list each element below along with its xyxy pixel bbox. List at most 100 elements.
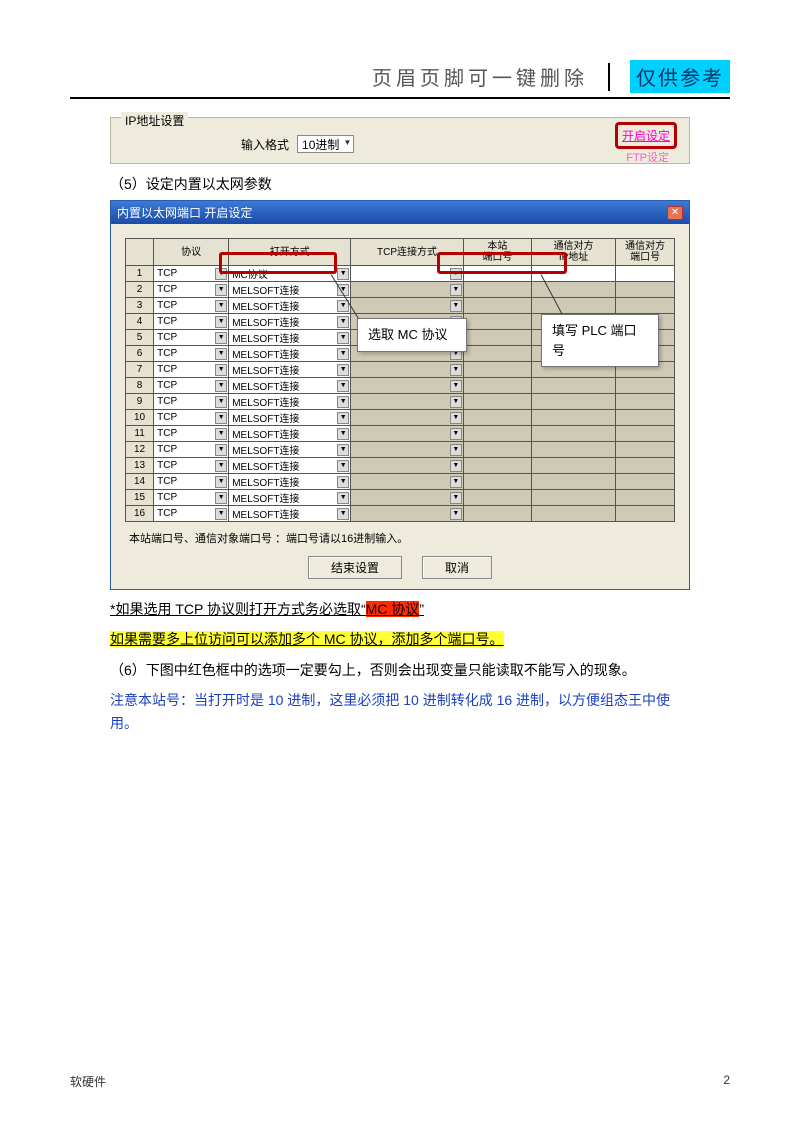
chevron-down-icon[interactable]: ▼ <box>450 380 462 392</box>
hex-note: 本站端口号、通信对象端口号 ：端口号请以16进制输入。 <box>129 530 671 546</box>
protocol-cell[interactable]: TCP▼ <box>154 298 229 314</box>
open-mode-cell[interactable]: MELSOFT连接▼ <box>229 282 351 298</box>
col-peer-ip: 通信对方 IP地址 <box>531 239 615 266</box>
chevron-down-icon[interactable]: ▼ <box>215 476 227 488</box>
open-settings-link[interactable]: 开启设定 <box>622 129 670 143</box>
protocol-cell[interactable]: TCP▼ <box>154 330 229 346</box>
chevron-down-icon[interactable]: ▼ <box>337 364 349 376</box>
chevron-down-icon[interactable]: ▼ <box>337 268 349 280</box>
input-format-select[interactable]: 10进制 <box>297 135 354 153</box>
chevron-down-icon[interactable]: ▼ <box>215 460 227 472</box>
local-port-cell[interactable] <box>463 266 531 282</box>
page-header: 页眉页脚可一键删除 仅供参考 <box>70 60 730 99</box>
protocol-cell[interactable]: TCP▼ <box>154 346 229 362</box>
peer-port-cell <box>616 442 675 458</box>
chevron-down-icon[interactable]: ▼ <box>337 428 349 440</box>
protocol-cell[interactable]: TCP▼ <box>154 458 229 474</box>
row-index: 4 <box>126 314 154 330</box>
close-icon[interactable]: ✕ <box>667 206 683 220</box>
chevron-down-icon[interactable]: ▼ <box>337 508 349 520</box>
chevron-down-icon[interactable]: ▼ <box>337 412 349 424</box>
chevron-down-icon[interactable]: ▼ <box>337 348 349 360</box>
protocol-cell[interactable]: TCP▼ <box>154 378 229 394</box>
chevron-down-icon[interactable]: ▼ <box>450 268 462 280</box>
open-mode-cell[interactable]: MELSOFT连接▼ <box>229 506 351 522</box>
chevron-down-icon[interactable]: ▼ <box>215 444 227 456</box>
protocol-cell[interactable]: TCP▼ <box>154 266 229 282</box>
finish-button[interactable]: 结束设置 <box>308 556 402 579</box>
local-port-cell <box>463 346 531 362</box>
protocol-cell[interactable]: TCP▼ <box>154 474 229 490</box>
cancel-button[interactable]: 取消 <box>422 556 492 579</box>
chevron-down-icon[interactable]: ▼ <box>215 508 227 520</box>
peer-port-cell <box>616 282 675 298</box>
chevron-down-icon[interactable]: ▼ <box>337 316 349 328</box>
chevron-down-icon[interactable]: ▼ <box>215 300 227 312</box>
open-mode-cell[interactable]: MELSOFT连接▼ <box>229 410 351 426</box>
station-hex-note: 注意本站号：当打开时是 10 进制，这里必须把 10 进制转化成 16 进制，以… <box>110 689 690 734</box>
chevron-down-icon[interactable]: ▼ <box>450 284 462 296</box>
open-mode-cell[interactable]: MELSOFT连接▼ <box>229 330 351 346</box>
ftp-settings-link[interactable]: FTP设定 <box>626 149 669 165</box>
table-row: 16TCP▼MELSOFT连接▼▼ <box>126 506 675 522</box>
chevron-down-icon[interactable]: ▼ <box>450 444 462 456</box>
chevron-down-icon[interactable]: ▼ <box>215 428 227 440</box>
chevron-down-icon[interactable]: ▼ <box>337 444 349 456</box>
chevron-down-icon[interactable]: ▼ <box>337 476 349 488</box>
chevron-down-icon[interactable]: ▼ <box>215 380 227 392</box>
row-index: 11 <box>126 426 154 442</box>
protocol-cell[interactable]: TCP▼ <box>154 314 229 330</box>
chevron-down-icon[interactable]: ▼ <box>215 396 227 408</box>
open-mode-cell[interactable]: MELSOFT连接▼ <box>229 442 351 458</box>
chevron-down-icon[interactable]: ▼ <box>215 492 227 504</box>
protocol-cell[interactable]: TCP▼ <box>154 490 229 506</box>
local-port-cell <box>463 426 531 442</box>
tcp-mode-cell: ▼ <box>351 298 464 314</box>
chevron-down-icon[interactable]: ▼ <box>215 348 227 360</box>
chevron-down-icon[interactable]: ▼ <box>450 492 462 504</box>
open-mode-cell[interactable]: MELSOFT连接▼ <box>229 474 351 490</box>
open-mode-cell[interactable]: MELSOFT连接▼ <box>229 426 351 442</box>
chevron-down-icon[interactable]: ▼ <box>450 396 462 408</box>
tcp-mode-cell: ▼ <box>351 378 464 394</box>
open-mode-cell[interactable]: MELSOFT连接▼ <box>229 346 351 362</box>
open-mode-cell[interactable]: MELSOFT连接▼ <box>229 458 351 474</box>
protocol-cell[interactable]: TCP▼ <box>154 410 229 426</box>
chevron-down-icon[interactable]: ▼ <box>337 460 349 472</box>
chevron-down-icon[interactable]: ▼ <box>450 460 462 472</box>
chevron-down-icon[interactable]: ▼ <box>337 380 349 392</box>
chevron-down-icon[interactable]: ▼ <box>450 428 462 440</box>
protocol-cell[interactable]: TCP▼ <box>154 362 229 378</box>
chevron-down-icon[interactable]: ▼ <box>337 332 349 344</box>
chevron-down-icon[interactable]: ▼ <box>215 316 227 328</box>
open-mode-cell[interactable]: MELSOFT连接▼ <box>229 314 351 330</box>
chevron-down-icon[interactable]: ▼ <box>215 332 227 344</box>
chevron-down-icon[interactable]: ▼ <box>215 284 227 296</box>
chevron-down-icon[interactable]: ▼ <box>215 412 227 424</box>
chevron-down-icon[interactable]: ▼ <box>450 300 462 312</box>
peer-ip-cell <box>531 490 615 506</box>
protocol-cell[interactable]: TCP▼ <box>154 282 229 298</box>
peer-ip-cell <box>531 394 615 410</box>
step-6-text: （6）下图中红色框中的选项一定要勾上，否则会出现变量只能读取不能写入的现象。 <box>110 659 690 681</box>
protocol-cell[interactable]: TCP▼ <box>154 442 229 458</box>
open-mode-cell[interactable]: MELSOFT连接▼ <box>229 362 351 378</box>
tcp-mode-cell[interactable]: ▼ <box>351 266 464 282</box>
open-mode-cell[interactable]: MELSOFT连接▼ <box>229 394 351 410</box>
chevron-down-icon[interactable]: ▼ <box>215 268 227 280</box>
chevron-down-icon[interactable]: ▼ <box>450 476 462 488</box>
open-mode-cell[interactable]: MELSOFT连接▼ <box>229 298 351 314</box>
chevron-down-icon[interactable]: ▼ <box>215 364 227 376</box>
chevron-down-icon[interactable]: ▼ <box>450 364 462 376</box>
open-mode-cell[interactable]: MELSOFT连接▼ <box>229 490 351 506</box>
protocol-cell[interactable]: TCP▼ <box>154 394 229 410</box>
chevron-down-icon[interactable]: ▼ <box>450 508 462 520</box>
protocol-cell[interactable]: TCP▼ <box>154 506 229 522</box>
open-mode-cell[interactable]: MELSOFT连接▼ <box>229 378 351 394</box>
chevron-down-icon[interactable]: ▼ <box>450 412 462 424</box>
table-row: 15TCP▼MELSOFT连接▼▼ <box>126 490 675 506</box>
protocol-cell[interactable]: TCP▼ <box>154 426 229 442</box>
chevron-down-icon[interactable]: ▼ <box>337 396 349 408</box>
chevron-down-icon[interactable]: ▼ <box>337 492 349 504</box>
tcp-mode-cell: ▼ <box>351 394 464 410</box>
